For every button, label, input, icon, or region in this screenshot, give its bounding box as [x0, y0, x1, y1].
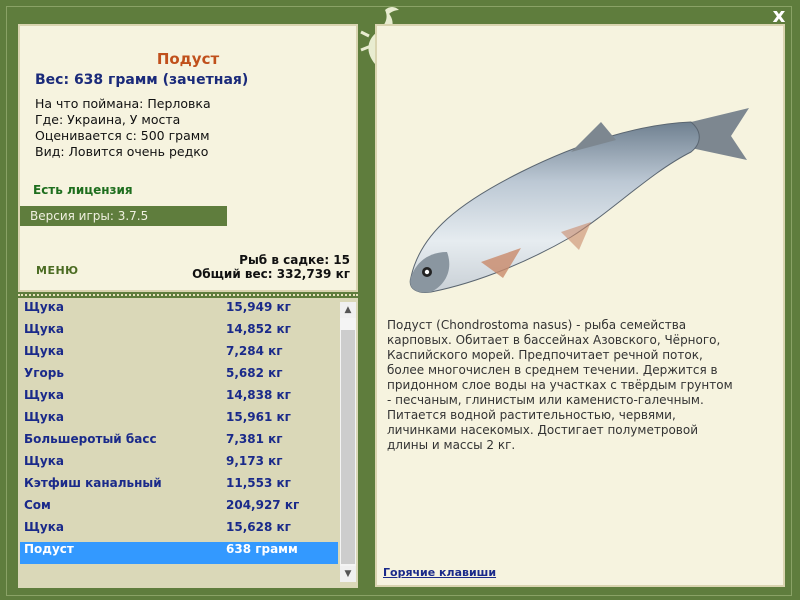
catch-list-row[interactable]: Подуст 638 грамм [20, 542, 338, 564]
catch-fish-name: Щука [24, 388, 64, 402]
catch-fish-name: Щука [24, 344, 64, 358]
catch-fish-weight: 15,961 кг [226, 410, 291, 424]
fish-detail-panel: Подуст (Chondrostoma nasus) - рыба семей… [375, 24, 785, 587]
hotkeys-link[interactable]: Горячие клавиши [383, 566, 496, 579]
catch-fish-weight: 14,838 кг [226, 388, 291, 402]
catch-fish-weight: 14,852 кг [226, 322, 291, 336]
catch-fish-weight: 7,284 кг [226, 344, 283, 358]
fish-description: Подуст (Chondrostoma nasus) - рыба семей… [387, 318, 733, 452]
fish-info-panel: Подуст Вес: 638 грамм (зачетная) На что … [18, 24, 358, 292]
catch-fish-name: Сом [24, 498, 51, 512]
fish-weight: Вес: 638 грамм (зачетная) [35, 72, 249, 88]
catch-fish-name: Щука [24, 454, 64, 468]
location-text: Где: Украина, У моста [35, 112, 181, 127]
rarity-text: Вид: Ловится очень редко [35, 144, 209, 159]
catch-list-row[interactable]: Большеротый басс 7,381 кг [20, 432, 338, 454]
arrow-up-icon[interactable]: ▲ [340, 302, 356, 318]
caught-on-text: На что поймана: Перловка [35, 96, 211, 111]
catch-fish-weight: 204,927 кг [226, 498, 300, 512]
license-status: Есть лицензия [33, 183, 133, 197]
valued-from-text: Оценивается с: 500 грамм [35, 128, 210, 143]
catch-fish-name: Щука [24, 520, 64, 534]
scrollbar-thumb[interactable] [341, 330, 355, 564]
arrow-down-icon[interactable]: ▼ [340, 566, 356, 582]
menu-button[interactable]: МЕНЮ [36, 264, 79, 277]
catch-fish-weight: 5,682 кг [226, 366, 283, 380]
catch-list-row[interactable]: Щука 14,852 кг [20, 322, 338, 344]
catch-fish-weight: 9,173 кг [226, 454, 283, 468]
catch-fish-weight: 638 грамм [226, 542, 298, 556]
divider [18, 294, 358, 296]
catch-list-row[interactable]: Угорь 5,682 кг [20, 366, 338, 388]
catch-fish-weight: 11,553 кг [226, 476, 291, 490]
cage-total-weight: Общий вес: 332,739 кг [192, 267, 350, 281]
cage-count: Рыб в садке: 15 [239, 253, 350, 267]
catch-list-row[interactable]: Щука 14,838 кг [20, 388, 338, 410]
catch-list-row[interactable]: Кэтфиш канальный 11,553 кг [20, 476, 338, 498]
catch-fish-name: Кэтфиш канальный [24, 476, 162, 490]
catch-list-row[interactable]: Щука 15,961 кг [20, 410, 338, 432]
catch-list: Щука 15,949 кг Щука 14,852 кг Щука 7,284 кг Уг… [18, 298, 358, 588]
close-icon[interactable]: x [768, 4, 790, 26]
catch-list-row[interactable]: Щука 7,284 кг [20, 344, 338, 366]
list-scrollbar[interactable]: ▲ ▼ [340, 302, 356, 582]
catch-fish-name: Угорь [24, 366, 64, 380]
catch-fish-weight: 15,949 кг [226, 300, 291, 314]
fish-title: Подуст [156, 50, 220, 68]
catch-fish-weight: 15,628 кг [226, 520, 291, 534]
fish-image [409, 108, 749, 293]
catch-fish-name: Щука [24, 410, 64, 424]
catch-fish-weight: 7,381 кг [226, 432, 283, 446]
cage-summary: Рыб в садке: 15 Общий вес: 332,739 кг [192, 253, 350, 281]
catch-fish-name: Щука [24, 300, 64, 314]
catch-list-row[interactable]: Щука 15,949 кг [20, 300, 338, 322]
catch-fish-name: Подуст [24, 542, 74, 556]
catch-fish-name: Щука [24, 322, 64, 336]
catch-fish-name: Большеротый басс [24, 432, 157, 446]
catch-list-row[interactable]: Щука 15,628 кг [20, 520, 338, 542]
catch-list-row[interactable]: Сом 204,927 кг [20, 498, 338, 520]
catch-list-row[interactable]: Щука 9,173 кг [20, 454, 338, 476]
version-bar: Версия игры: 3.7.5 [20, 206, 227, 226]
